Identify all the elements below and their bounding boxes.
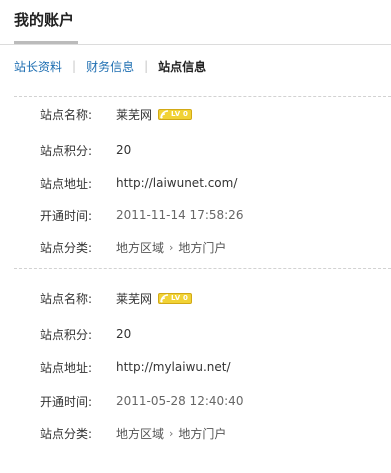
- site-name-label: 站点名称:: [40, 291, 93, 306]
- signal-icon: [160, 293, 169, 302]
- site-opened-label: 开通时间:: [40, 208, 93, 223]
- site-url-value[interactable]: http://laiwunet.com/: [116, 176, 237, 190]
- site-points-value: 20: [116, 143, 132, 157]
- level-badge: LV 0: [158, 292, 193, 304]
- category-parent-link[interactable]: 地方区域: [116, 425, 164, 442]
- site-points-label: 站点积分:: [40, 327, 93, 342]
- site-category-value: 地方区域 › 地方门户: [116, 425, 226, 442]
- site-points-value: 20: [116, 327, 132, 341]
- site-name-label: 站点名称:: [40, 107, 93, 122]
- site-category-value: 地方区域 › 地方门户: [116, 239, 226, 256]
- tab-site-info[interactable]: 站点信息: [158, 58, 206, 75]
- category-child-link[interactable]: 地方门户: [178, 425, 226, 442]
- signal-icon: [160, 109, 169, 118]
- site-name-value: 莱芜网 LV 0: [116, 290, 193, 307]
- tab-separator: |: [72, 59, 77, 73]
- site-name: 莱芜网: [116, 107, 153, 122]
- page-title: 我的账户: [14, 11, 75, 29]
- site-name: 莱芜网: [116, 291, 153, 306]
- section-divider: [14, 96, 391, 97]
- page-header: 我的账户: [0, 0, 391, 45]
- site-points-label: 站点积分:: [40, 143, 93, 158]
- tab-finance[interactable]: 财务信息: [86, 58, 134, 75]
- category-child-link[interactable]: 地方门户: [178, 239, 226, 256]
- level-badge-text: LV 0: [171, 109, 189, 118]
- section-divider: [14, 268, 391, 269]
- site-opened-value: 2011-11-14 17:58:26: [116, 208, 244, 222]
- title-underline: [14, 41, 78, 44]
- tab-separator: |: [144, 59, 149, 73]
- site-url-label: 站点地址:: [40, 176, 93, 191]
- level-badge-text: LV 0: [171, 293, 189, 302]
- site-url-label: 站点地址:: [40, 360, 93, 375]
- category-parent-link[interactable]: 地方区域: [116, 239, 164, 256]
- level-badge: LV 0: [158, 108, 193, 120]
- chevron-right-icon: ›: [169, 426, 174, 440]
- tab-bar: 站长资料 | 财务信息 | 站点信息: [14, 57, 206, 75]
- tab-profile[interactable]: 站长资料: [14, 58, 62, 75]
- site-opened-value: 2011-05-28 12:40:40: [116, 394, 244, 408]
- chevron-right-icon: ›: [169, 240, 174, 254]
- site-url-value[interactable]: http://mylaiwu.net/: [116, 360, 231, 374]
- site-category-label: 站点分类:: [40, 240, 93, 255]
- site-name-value: 莱芜网 LV 0: [116, 106, 193, 123]
- site-category-label: 站点分类:: [40, 426, 93, 441]
- site-opened-label: 开通时间:: [40, 394, 93, 409]
